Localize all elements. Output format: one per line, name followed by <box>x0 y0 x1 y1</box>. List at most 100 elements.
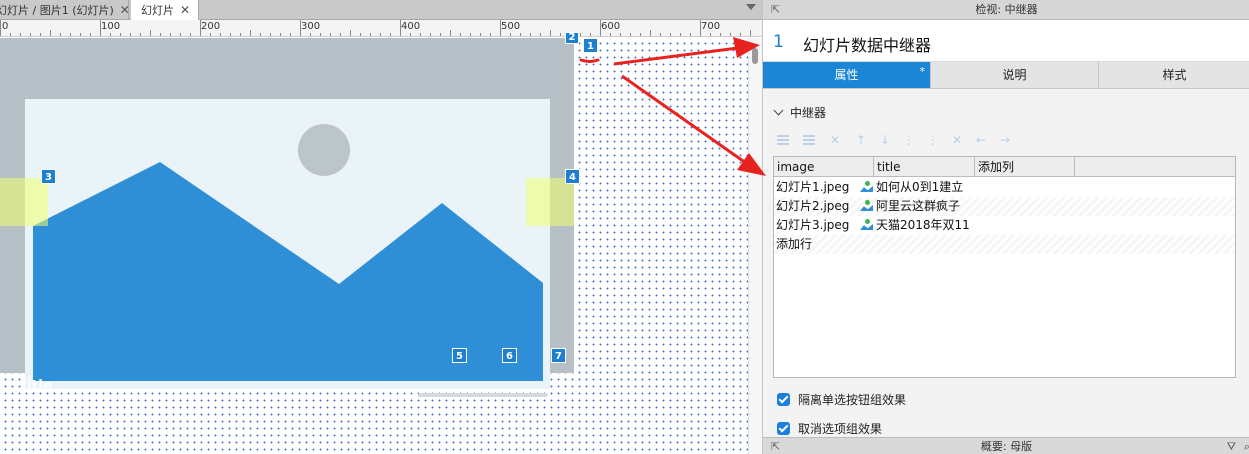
slide-caption: title <box>20 378 53 394</box>
column-header-image[interactable]: image <box>774 157 874 177</box>
ruler-tick <box>310 33 311 36</box>
slideshow-widget[interactable]: title <box>0 38 574 397</box>
document-tab-bar: 幻灯片 / 图片1 (幻灯片) ✕ 幻灯片 ✕ <box>0 0 762 21</box>
ruler-tick <box>270 33 271 36</box>
ruler-tick <box>60 33 61 36</box>
ruler-tick <box>250 30 251 36</box>
cell-title[interactable]: 如何从0到1建立 <box>860 178 963 197</box>
ruler-tick <box>510 33 511 36</box>
widget-marker-7[interactable]: 7 <box>551 348 566 363</box>
insert-row-below-icon[interactable] <box>801 133 817 147</box>
cell-title[interactable]: 天猫2018年双11 <box>860 216 970 235</box>
insert-column-left-icon[interactable]: ⋮ <box>901 133 917 147</box>
ruler-tick <box>410 33 411 36</box>
ruler-tick <box>230 33 231 36</box>
scrollbar-thumb[interactable] <box>752 48 758 64</box>
widget-marker-2[interactable]: 2 <box>565 32 579 44</box>
tab-notes[interactable]: 说明 <box>931 62 1099 88</box>
widget-name-field[interactable]: 幻灯片数据中继器 <box>803 32 931 56</box>
vertical-scrollbar[interactable] <box>748 38 762 454</box>
move-left-icon[interactable]: ← <box>973 133 989 147</box>
ruler-tick <box>580 33 581 36</box>
tab-slideshow-image1[interactable]: 幻灯片 / 图片1 (幻灯片) ✕ <box>0 0 130 20</box>
filter-icon[interactable]: ⛛ <box>1227 438 1236 454</box>
ruler-tick <box>630 33 631 36</box>
ruler-label: 600 <box>601 21 621 32</box>
add-row-button[interactable]: 添加行 <box>774 235 1235 254</box>
collapse-panel-icon[interactable]: ⇱ <box>771 0 780 20</box>
delete-row-icon[interactable]: ✕ <box>827 133 843 147</box>
ruler-tick <box>20 33 21 36</box>
delete-column-icon[interactable]: ✕ <box>949 133 965 147</box>
cell-title[interactable]: 阿里云这群疯子 <box>860 197 960 216</box>
inspector-header: ⇱ 检视: 中继器 <box>763 0 1249 20</box>
add-column-cell[interactable]: 添加列 <box>975 157 1075 177</box>
slide-scroll-track <box>418 393 548 397</box>
cell-image[interactable]: 幻灯片2.jpeg <box>776 197 849 216</box>
isolate-radio-group-checkbox[interactable]: 隔离单选按钮组效果 <box>777 392 906 408</box>
ruler-tick <box>110 33 111 36</box>
table-row[interactable]: 幻灯片2.jpeg 阿里云这群疯子 <box>774 197 1235 216</box>
app-window: 幻灯片 / 图片1 (幻灯片) ✕ 幻灯片 ✕ 0 100 200 300 400 … <box>0 0 1249 454</box>
move-right-icon[interactable]: → <box>997 133 1013 147</box>
close-icon[interactable]: ✕ <box>180 0 190 20</box>
tab-style[interactable]: 样式 <box>1099 62 1249 88</box>
ruler-tick <box>390 33 391 36</box>
collapse-panel-icon[interactable]: ⇱ <box>771 438 780 454</box>
prev-hotspot[interactable] <box>0 178 48 226</box>
table-row[interactable]: 幻灯片3.jpeg 天猫2018年双11 <box>774 216 1235 235</box>
checkbox-checked-icon[interactable] <box>777 393 790 406</box>
ruler-label: 100 <box>101 21 121 32</box>
unplace-selection-group-checkbox[interactable]: 取消选项组效果 <box>777 421 882 437</box>
widget-marker-1[interactable]: 1 <box>583 38 598 53</box>
ruler-tick <box>470 33 471 36</box>
widget-marker-6[interactable]: 6 <box>502 348 517 363</box>
cell-image[interactable]: 幻灯片1.jpeg <box>776 178 849 197</box>
move-down-icon[interactable]: ↓ <box>877 133 893 147</box>
checkbox-checked-icon[interactable] <box>777 422 790 435</box>
ruler-tick <box>400 20 401 36</box>
ruler-tick <box>650 30 651 36</box>
ruler-tick <box>590 33 591 36</box>
next-hotspot[interactable] <box>526 178 574 226</box>
search-icon[interactable]: ⌕ <box>1244 438 1249 454</box>
close-icon[interactable]: ✕ <box>120 0 130 20</box>
inspector-title: 检视: 中继器 <box>975 3 1038 16</box>
widget-marker-4[interactable]: 4 <box>565 169 580 184</box>
ruler-label: 200 <box>201 21 221 32</box>
ruler-tick <box>300 20 301 36</box>
slide-image-placeholder[interactable] <box>25 99 550 389</box>
ruler-tick <box>320 33 321 36</box>
cell-image[interactable]: 幻灯片3.jpeg <box>776 216 849 235</box>
ruler-tick <box>340 33 341 36</box>
ruler-tick <box>600 20 601 36</box>
insert-row-above-icon[interactable] <box>775 133 791 147</box>
horizontal-ruler: 0 100 200 300 400 500 600 700 <box>0 20 762 37</box>
ruler-tick <box>140 33 141 36</box>
tab-properties[interactable]: 属性 * <box>763 62 931 88</box>
tab-label: 幻灯片 / 图片1 (幻灯片) <box>0 4 114 17</box>
column-header-title[interactable]: title <box>874 157 975 177</box>
repeater-dataset-grid[interactable]: image title 添加列 幻灯片1.jpeg 如何从0到1建立 幻灯片2.… <box>773 156 1236 378</box>
widget-marker-5[interactable]: 5 <box>452 348 467 363</box>
tab-list-dropdown-icon[interactable] <box>746 4 756 10</box>
move-up-icon[interactable]: ↑ <box>853 133 869 147</box>
ruler-tick <box>360 33 361 36</box>
section-repeater-header[interactable]: 中继器 <box>773 104 826 121</box>
ruler-tick <box>550 30 551 36</box>
ruler-tick <box>70 33 71 36</box>
ruler-tick <box>680 33 681 36</box>
ruler-tick <box>50 30 51 36</box>
insert-column-right-icon[interactable]: ⋮ <box>925 133 941 147</box>
chevron-down-icon <box>773 105 784 116</box>
widget-marker-3[interactable]: 3 <box>41 169 56 184</box>
ruler-tick <box>150 30 151 36</box>
ruler-tick <box>10 33 11 36</box>
ruler-tick <box>450 30 451 36</box>
tab-slideshow[interactable]: 幻灯片 ✕ <box>131 0 199 21</box>
table-row[interactable]: 幻灯片1.jpeg 如何从0到1建立 <box>774 178 1235 197</box>
ruler-tick <box>520 33 521 36</box>
ruler-tick <box>40 33 41 36</box>
ruler-label: 500 <box>501 21 521 32</box>
ruler-tick <box>490 33 491 36</box>
